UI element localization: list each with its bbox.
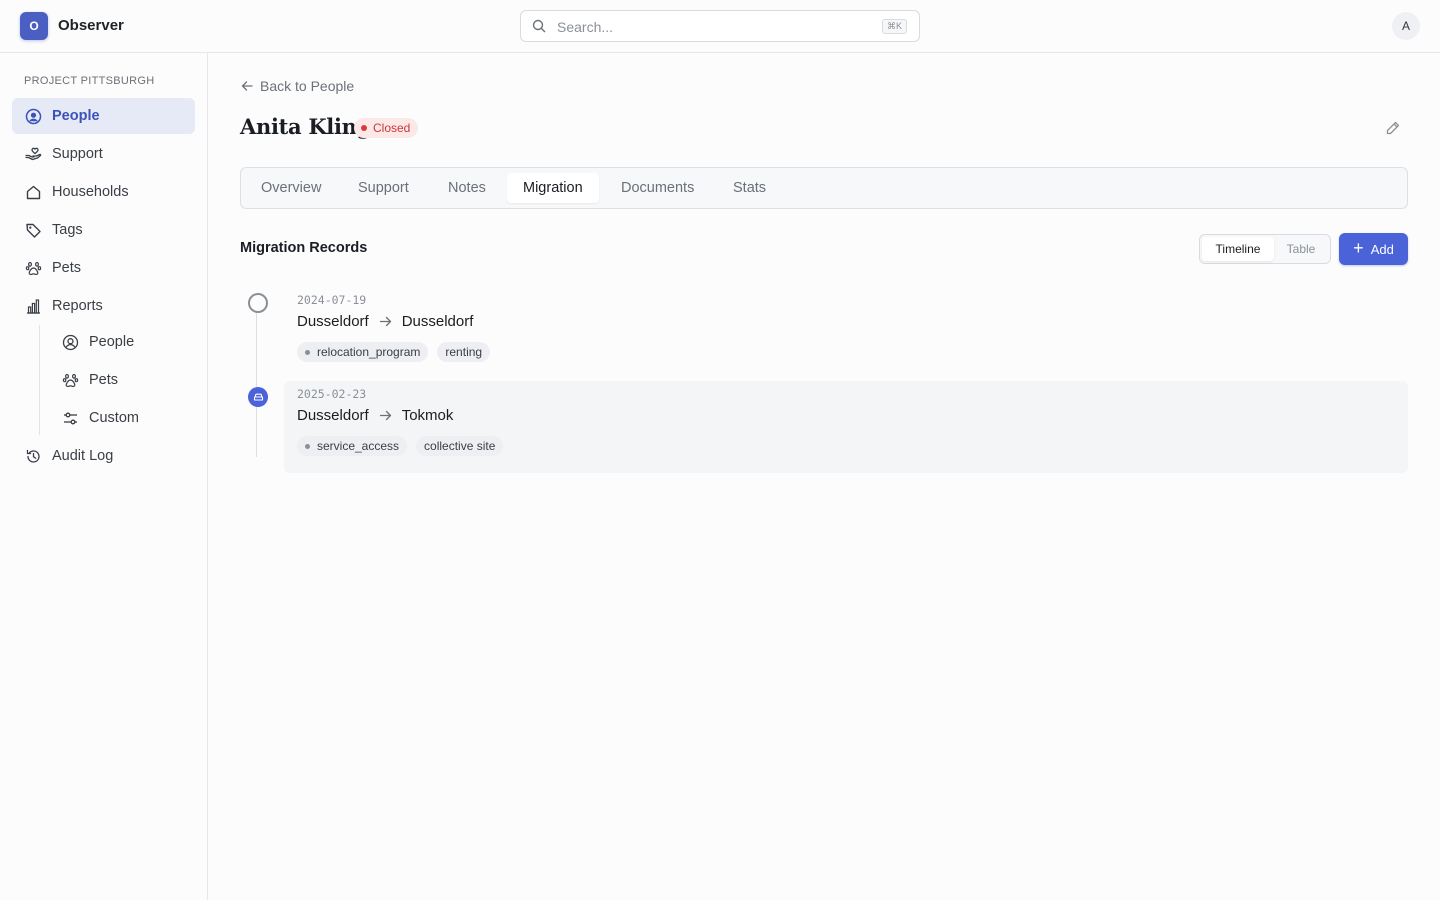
record-route: Dusseldorf Dusseldorf xyxy=(297,313,473,330)
sidebar-item-label: Reports xyxy=(52,298,103,314)
record-tags: service_access collective site xyxy=(297,436,512,456)
tag-label: relocation_program xyxy=(317,345,421,359)
tab-support[interactable]: Support xyxy=(342,173,425,203)
sliders-icon xyxy=(61,409,79,427)
sidebar-subitem-people-report[interactable]: People xyxy=(49,324,195,360)
route-from: Dusseldorf xyxy=(297,407,369,424)
plus-icon: + xyxy=(1353,238,1364,258)
paw-icon xyxy=(24,259,42,277)
user-circle-icon xyxy=(61,333,79,351)
record-tags: relocation_program renting xyxy=(297,342,499,362)
sidebar-item-label: People xyxy=(89,334,135,350)
record-date: 2025-02-23 xyxy=(297,387,367,401)
sidebar-item-households[interactable]: Households xyxy=(12,174,195,210)
status-badge: Closed xyxy=(354,118,419,138)
house-icon xyxy=(24,183,42,201)
migration-record[interactable]: 2025-02-23 Dusseldorf Tokmok service_acc… xyxy=(284,381,1408,473)
sidebar-item-tags[interactable]: Tags xyxy=(12,212,195,248)
timeline-view-button[interactable]: Timeline xyxy=(1202,237,1274,261)
tag-label: service_access xyxy=(317,439,400,453)
timeline-marker-filled xyxy=(248,387,268,407)
hand-heart-icon xyxy=(24,145,42,163)
sidebar-subitem-pets-report[interactable]: Pets xyxy=(49,362,195,398)
back-to-people-link[interactable]: Back to People xyxy=(240,78,354,94)
sidebar-item-support[interactable]: Support xyxy=(12,136,195,172)
tab-migration[interactable]: Migration xyxy=(507,173,599,203)
sidebar-item-reports[interactable]: Reports xyxy=(12,288,195,324)
sofa-icon xyxy=(253,392,264,403)
paw-icon xyxy=(61,371,79,389)
pencil-icon xyxy=(1385,120,1401,136)
record-route: Dusseldorf Tokmok xyxy=(297,407,453,424)
tag-chip: collective site xyxy=(416,436,504,456)
migration-record[interactable]: 2024-07-19 Dusseldorf Dusseldorf relocat… xyxy=(284,287,1408,379)
sidebar-item-pets[interactable]: Pets xyxy=(12,250,195,286)
page-title: Anita Kling xyxy=(240,114,372,139)
back-link-label: Back to People xyxy=(260,78,355,94)
edit-button[interactable] xyxy=(1382,117,1404,139)
tag-dot xyxy=(305,443,310,449)
sidebar-item-label: People xyxy=(52,108,100,124)
tag-icon xyxy=(24,221,42,239)
arrow-right-icon xyxy=(379,409,392,422)
sidebar-item-label: Tags xyxy=(52,222,83,238)
tab-stats[interactable]: Stats xyxy=(717,173,782,203)
sidebar-item-label: Pets xyxy=(52,260,82,276)
sidebar: PROJECT PITTSBURGH People Support Househ… xyxy=(0,53,208,900)
history-icon xyxy=(24,447,42,465)
timeline-rail xyxy=(256,303,257,457)
search-shortcut-badge: ⌘K xyxy=(881,19,907,34)
route-from: Dusseldorf xyxy=(297,313,369,330)
sidebar-item-label: Audit Log xyxy=(52,448,114,464)
search-input[interactable] xyxy=(557,17,877,37)
logo-letter: O xyxy=(29,19,39,33)
sidebar-item-label: Pets xyxy=(89,372,119,388)
sidebar-subitem-custom-report[interactable]: Custom xyxy=(49,400,195,436)
add-record-button[interactable]: + Add xyxy=(1339,233,1408,265)
tab-overview[interactable]: Overview xyxy=(245,173,337,203)
sidebar-item-audit-log[interactable]: Audit Log xyxy=(12,438,195,474)
arrow-right-icon xyxy=(379,315,392,328)
add-button-label: Add xyxy=(1370,241,1394,257)
search-box[interactable]: ⌘K xyxy=(520,10,920,42)
timeline-marker-open xyxy=(248,293,268,313)
sidebar-item-label: Custom xyxy=(89,410,139,426)
arrow-left-icon xyxy=(240,79,260,93)
sidebar-item-label: Support xyxy=(52,146,103,162)
section-title: Migration Records xyxy=(240,240,368,256)
user-avatar[interactable]: A xyxy=(1392,12,1420,40)
status-label: Closed xyxy=(373,121,411,135)
top-bar: O Observer ⌘K A xyxy=(0,0,1440,53)
main-content: Back to People Anita Kling Closed Overvi… xyxy=(208,53,1440,900)
tag-label: collective site xyxy=(424,439,496,453)
tag-chip: renting xyxy=(437,342,491,362)
user-circle-icon xyxy=(24,107,42,125)
tag-dot xyxy=(305,349,310,355)
tab-notes[interactable]: Notes xyxy=(432,173,502,203)
app-name[interactable]: Observer xyxy=(58,17,124,34)
route-to: Tokmok xyxy=(401,407,454,424)
tag-label: renting xyxy=(445,345,483,359)
tag-chip: service_access xyxy=(297,436,408,456)
table-view-button[interactable]: Table xyxy=(1274,237,1328,261)
view-toggle: Timeline Table xyxy=(1199,234,1331,264)
route-to: Dusseldorf xyxy=(401,313,474,330)
tag-chip: relocation_program xyxy=(297,342,429,362)
status-dot xyxy=(361,125,367,131)
search-icon xyxy=(532,19,546,36)
bar-chart-icon xyxy=(24,297,42,315)
record-tabs: Overview Support Notes Migration Documen… xyxy=(240,167,1408,209)
sidebar-item-label: Households xyxy=(52,184,129,200)
record-date: 2024-07-19 xyxy=(297,293,367,307)
tab-documents[interactable]: Documents xyxy=(605,173,710,203)
project-label: PROJECT PITTSBURGH xyxy=(24,75,155,87)
sidebar-item-people[interactable]: People xyxy=(12,98,195,134)
reports-subnav-rail xyxy=(39,325,40,435)
app-logo[interactable]: O xyxy=(20,12,48,40)
